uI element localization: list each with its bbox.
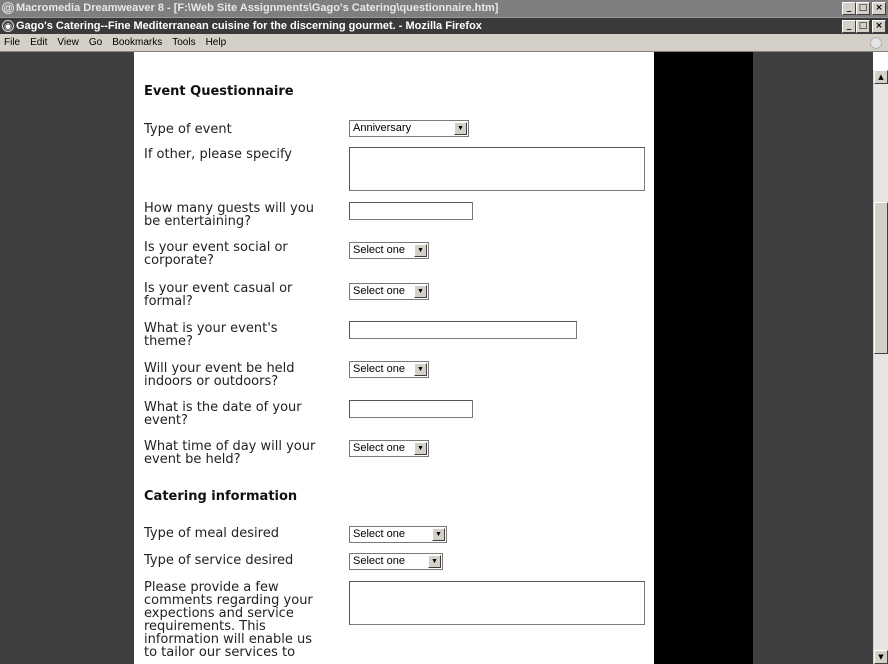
comments-textarea[interactable]	[349, 581, 645, 625]
social-corporate-label-line2: corporate?	[144, 253, 214, 268]
scroll-up-arrow-icon[interactable]: ▲	[874, 70, 888, 84]
date-label: What is the date of your event?	[144, 401, 338, 427]
vertical-scrollbar[interactable]: ▲ ▼	[873, 70, 888, 664]
other-specify-textarea[interactable]	[349, 147, 645, 191]
time-of-day-value: Select one	[353, 442, 405, 454]
guests-label-line2: be entertaining?	[144, 214, 251, 229]
type-of-event-label: Type of event	[144, 122, 232, 137]
social-corporate-value: Select one	[353, 244, 405, 256]
close-button[interactable]: ×	[872, 20, 886, 33]
firefox-icon: ◉	[2, 20, 14, 32]
menu-edit[interactable]: Edit	[25, 34, 52, 52]
other-specify-label: If other, please specify	[144, 147, 292, 162]
service-type-label: Type of service desired	[144, 553, 294, 568]
indoors-outdoors-select[interactable]: Select one ▼	[349, 361, 429, 378]
time-of-day-label: What time of day will your event be held…	[144, 440, 338, 466]
black-side-column	[654, 52, 753, 664]
event-questionnaire-heading: Event Questionnaire	[144, 84, 294, 99]
meal-type-label: Type of meal desired	[144, 526, 279, 541]
close-button[interactable]: ×	[872, 2, 886, 15]
indoors-outdoors-label-line2: indoors or outdoors?	[144, 374, 279, 389]
menu-help[interactable]: Help	[201, 34, 232, 52]
menu-bookmarks[interactable]: Bookmarks	[107, 34, 167, 52]
social-corporate-select[interactable]: Select one ▼	[349, 242, 429, 259]
casual-formal-label-line2: formal?	[144, 294, 193, 309]
dreamweaver-title: Macromedia Dreamweaver 8 - [F:\Web Site …	[16, 2, 499, 14]
dropdown-arrow-icon[interactable]: ▼	[414, 363, 427, 376]
menu-go[interactable]: Go	[84, 34, 107, 52]
indoors-outdoors-label: Will your event be held indoors or outdo…	[144, 362, 338, 388]
theme-label-line2: theme?	[144, 334, 193, 349]
comments-label: Please provide a few comments regarding …	[144, 581, 344, 659]
dark-side-column	[753, 52, 873, 664]
time-of-day-select[interactable]: Select one ▼	[349, 440, 429, 457]
meal-type-select[interactable]: Select one ▼	[349, 526, 447, 543]
dropdown-arrow-icon[interactable]: ▼	[414, 442, 427, 455]
casual-formal-label: Is your event casual or formal?	[144, 282, 338, 308]
menu-bar: File Edit View Go Bookmarks Tools Help	[0, 34, 888, 52]
dropdown-arrow-icon[interactable]: ▼	[414, 244, 427, 257]
guests-input[interactable]	[349, 202, 473, 220]
time-of-day-label-line2: event be held?	[144, 452, 241, 467]
scroll-down-arrow-icon[interactable]: ▼	[874, 650, 888, 664]
date-input[interactable]	[349, 400, 473, 418]
theme-label: What is your event's theme?	[144, 322, 338, 348]
firefox-titlebar: ◉ Gago's Catering--Fine Mediterranean cu…	[0, 17, 888, 34]
dropdown-arrow-icon[interactable]: ▼	[454, 122, 467, 135]
meal-type-value: Select one	[353, 528, 405, 540]
menu-file[interactable]: File	[0, 34, 25, 52]
minimize-button[interactable]: _	[842, 20, 856, 33]
casual-formal-select[interactable]: Select one ▼	[349, 283, 429, 300]
maximize-button[interactable]: □	[856, 2, 870, 15]
type-of-event-select[interactable]: Anniversary ▼	[349, 120, 469, 137]
dreamweaver-window-controls: _ □ ×	[842, 2, 886, 15]
maximize-button[interactable]: □	[856, 20, 870, 33]
date-label-line2: event?	[144, 413, 188, 428]
content-column	[134, 52, 654, 664]
menu-view[interactable]: View	[52, 34, 84, 52]
scrollbar-thumb[interactable]	[874, 202, 888, 354]
throbber-icon	[870, 37, 882, 49]
casual-formal-value: Select one	[353, 285, 405, 297]
indoors-outdoors-value: Select one	[353, 363, 405, 375]
firefox-title: Gago's Catering--Fine Mediterranean cuis…	[16, 20, 482, 32]
theme-input[interactable]	[349, 321, 577, 339]
menu-tools[interactable]: Tools	[167, 34, 200, 52]
service-type-value: Select one	[353, 555, 405, 567]
guests-label: How many guests will you be entertaining…	[144, 202, 338, 228]
minimize-button[interactable]: _	[842, 2, 856, 15]
catering-information-heading: Catering information	[144, 489, 298, 504]
comments-label-line: to tailor our services to	[144, 645, 296, 660]
firefox-window-controls: _ □ ×	[842, 20, 886, 33]
type-of-event-value: Anniversary	[353, 122, 412, 134]
dreamweaver-icon: @	[2, 2, 14, 14]
dropdown-arrow-icon[interactable]: ▼	[432, 528, 445, 541]
dropdown-arrow-icon[interactable]: ▼	[414, 285, 427, 298]
social-corporate-label: Is your event social or corporate?	[144, 241, 338, 267]
service-type-select[interactable]: Select one ▼	[349, 553, 443, 570]
dropdown-arrow-icon[interactable]: ▼	[428, 555, 441, 568]
dreamweaver-titlebar: @ Macromedia Dreamweaver 8 - [F:\Web Sit…	[0, 0, 888, 17]
